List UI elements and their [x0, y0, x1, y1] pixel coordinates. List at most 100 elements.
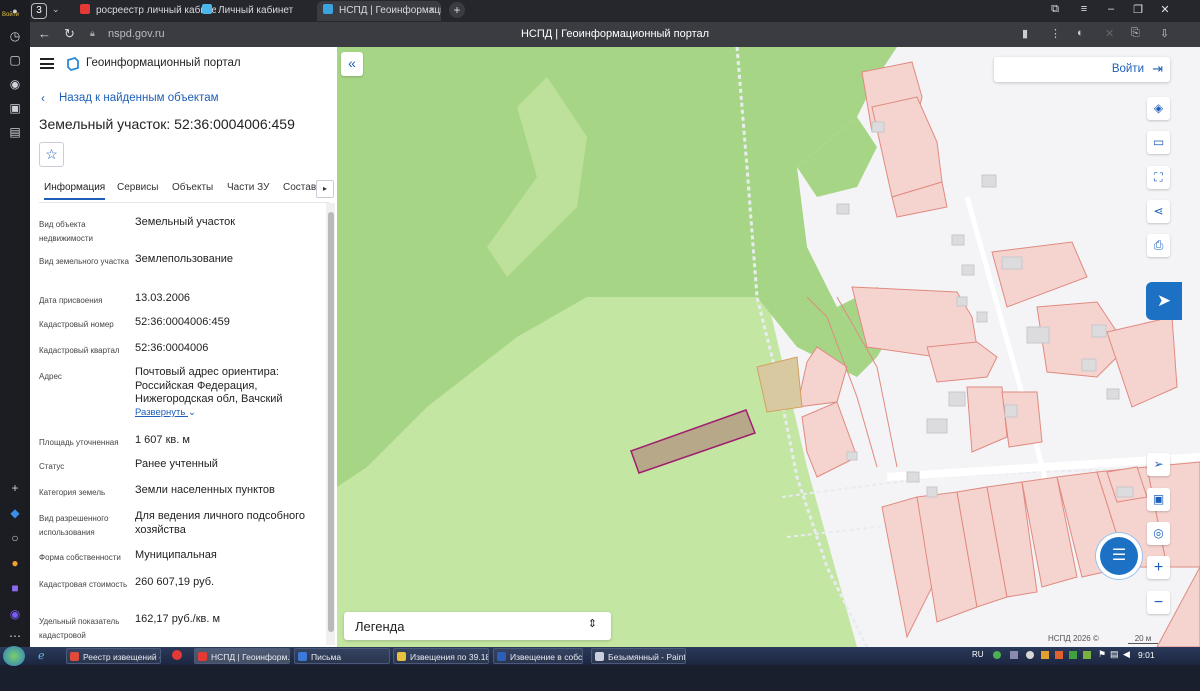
- word-icon: [497, 652, 506, 661]
- screenshot-icon[interactable]: ▤: [7, 124, 23, 140]
- select-area-icon[interactable]: ⛶: [1147, 166, 1170, 189]
- zoom-out-icon[interactable]: −: [1147, 591, 1170, 614]
- taskbar-item[interactable]: Письма: [294, 648, 390, 664]
- prop-value: 52:36:0004006:459: [135, 316, 230, 328]
- tab-objects[interactable]: Объекты: [172, 182, 213, 193]
- ie-icon[interactable]: ℯ: [38, 649, 45, 662]
- start-button[interactable]: [3, 646, 25, 666]
- expand-link[interactable]: Развернуть ⌄: [135, 407, 196, 418]
- tab-info[interactable]: Информация: [44, 182, 106, 200]
- tray-icon[interactable]: [1010, 651, 1018, 659]
- app-icon[interactable]: ●: [7, 555, 23, 571]
- app-icon[interactable]: ◆: [7, 505, 23, 521]
- taskbar-item[interactable]: Извещения по 39.18: [393, 648, 489, 664]
- tab-group-icon[interactable]: ▣: [7, 100, 23, 116]
- alice-icon[interactable]: ◉: [7, 606, 23, 622]
- app-icon[interactable]: ■: [7, 580, 23, 596]
- bookmark-icon[interactable]: ▮: [1022, 27, 1028, 40]
- taskbar-item[interactable]: Безымянный - Paint: [591, 648, 686, 664]
- tray-icon[interactable]: [1055, 651, 1063, 659]
- tab-nspd[interactable]: НСПД | Геоинформационный портал ×: [317, 1, 441, 21]
- add-icon[interactable]: +: [7, 480, 23, 496]
- map-view[interactable]: [337, 47, 1200, 647]
- yandex-icon: [80, 4, 90, 14]
- chevron-left-icon[interactable]: ‹: [41, 91, 45, 105]
- history-icon[interactable]: ◷: [7, 28, 23, 44]
- login-icon: ⇥: [1152, 61, 1163, 76]
- favorite-star-icon[interactable]: ☆: [39, 142, 64, 167]
- volume-icon[interactable]: ◀: [1123, 649, 1130, 660]
- map-scale: 20 м: [1128, 634, 1158, 644]
- info-tabs: Информация Сервисы Объекты Части ЗУ Сост…: [39, 178, 329, 203]
- record-icon[interactable]: ◉: [7, 76, 23, 92]
- download-icon[interactable]: ⇩: [1160, 27, 1169, 40]
- chat-icon[interactable]: ☰: [1100, 537, 1138, 575]
- scrollbar-thumb[interactable]: [328, 212, 334, 632]
- address-value: Почтовый адрес ориентира: Российская Фед…: [135, 366, 283, 405]
- tab-composition[interactable]: Состав: [283, 182, 316, 193]
- layers-icon[interactable]: ◈: [1147, 97, 1170, 120]
- zoom-in-icon[interactable]: +: [1147, 556, 1170, 579]
- prop-value: 260 607,19 руб.: [135, 576, 215, 588]
- chevron-down-icon[interactable]: ⌄: [52, 4, 60, 15]
- prop-label: Кадастровая стоимость: [39, 580, 128, 589]
- tab-parts[interactable]: Части ЗУ: [227, 182, 269, 193]
- geo-search-icon[interactable]: ◎: [1147, 522, 1170, 545]
- tray-icon[interactable]: [1069, 651, 1077, 659]
- new-tab-button[interactable]: +: [449, 2, 465, 18]
- tray-icon[interactable]: [993, 651, 1001, 659]
- network-icon[interactable]: ▤: [1110, 649, 1119, 660]
- menu-icon[interactable]: ≡: [1074, 3, 1094, 15]
- tab-personal-account[interactable]: Личный кабинет: [198, 1, 318, 21]
- prop-value: 1 607 кв. м: [135, 434, 190, 446]
- more-icon[interactable]: ⋯: [7, 628, 23, 644]
- protect-icon[interactable]: ◐: [1077, 27, 1084, 39]
- close-icon[interactable]: ×: [429, 1, 435, 21]
- back-link[interactable]: Назад к найденным объектам: [59, 92, 219, 104]
- app-icon[interactable]: ○: [7, 530, 23, 546]
- login-button[interactable]: Войти ⇥: [994, 57, 1170, 82]
- clock[interactable]: 9:01: [1138, 650, 1155, 660]
- minimize-icon[interactable]: –: [1101, 3, 1121, 15]
- legend-dropdown[interactable]: Легенда ⇕: [344, 612, 611, 640]
- tab-count[interactable]: 3: [31, 3, 47, 19]
- info-panel: Геоинформационный портал ‹ Назад к найде…: [30, 47, 337, 647]
- tab-bar: 3 ⌄ росреестр личный кабинет Личный каби…: [30, 0, 1200, 22]
- ruler-icon[interactable]: ▭: [1147, 131, 1170, 154]
- taskbar-item[interactable]: Реестр извещений -...: [66, 648, 161, 664]
- language-indicator[interactable]: RU: [972, 650, 984, 659]
- prop-label: Кадастровый номер: [39, 320, 114, 329]
- share-icon[interactable]: ⋖: [1147, 200, 1170, 223]
- prop-value: Землепользование: [135, 253, 234, 265]
- taskbar-item[interactable]: НСПД | Геоинформ...: [194, 648, 290, 664]
- extensions-icon[interactable]: ⎘: [1131, 27, 1140, 40]
- tray-icon[interactable]: [1041, 651, 1049, 659]
- print-icon[interactable]: ⎙: [1147, 234, 1170, 257]
- locate-icon[interactable]: ➢: [1147, 453, 1170, 476]
- basemap-icon[interactable]: ▣: [1147, 488, 1170, 511]
- taskbar-item[interactable]: Извещение в собст...: [493, 648, 583, 664]
- maximize-icon[interactable]: ❐: [1128, 3, 1148, 16]
- collapse-panel-icon[interactable]: «: [341, 52, 363, 76]
- tab-next-arrow-icon[interactable]: ▸: [316, 180, 334, 198]
- assistant-icon[interactable]: ➤: [1146, 282, 1182, 320]
- prop-value: 162,17 руб./кв. м: [135, 613, 221, 625]
- prop-label: Категория земель: [39, 488, 106, 497]
- media-icon[interactable]: ▢: [7, 52, 23, 68]
- tab-services[interactable]: Сервисы: [117, 182, 158, 193]
- browser-sidebar: ● Войти ◷ ▢ ◉ ▣ ▤ + ◆ ○ ● ■ ◉ ⋯: [0, 0, 30, 691]
- address-bar: ← ↻ 🔒︎ nspd.gov.ru НСПД | Геоинформацион…: [30, 22, 1200, 47]
- yandex-icon[interactable]: [172, 650, 182, 660]
- tray-icon[interactable]: [1026, 651, 1034, 659]
- tab-rosreestr[interactable]: росреестр личный кабинет: [76, 1, 216, 21]
- more-icon[interactable]: ⋮: [1050, 27, 1061, 40]
- close-window-icon[interactable]: ✕: [1155, 3, 1175, 16]
- tray-icon[interactable]: [1083, 651, 1091, 659]
- prop-value: Для ведения личного подсобного хозяйства: [135, 510, 306, 536]
- tabs-manager-icon[interactable]: ⧉: [1045, 3, 1065, 16]
- prop-label: Форма собственности: [39, 553, 121, 562]
- menu-icon[interactable]: [40, 58, 54, 69]
- prop-label: Вид земельного участка: [39, 257, 129, 266]
- flag-icon[interactable]: ⚑: [1098, 649, 1106, 660]
- login-badge[interactable]: Войти: [2, 12, 19, 18]
